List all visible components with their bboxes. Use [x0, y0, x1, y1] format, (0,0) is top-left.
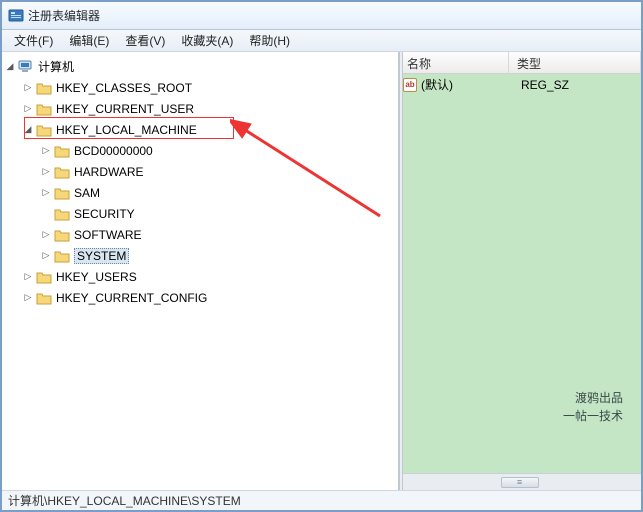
pane-splitter[interactable] [399, 52, 403, 490]
menu-help[interactable]: 帮助(H) [241, 30, 298, 51]
list-header: 名称 类型 [399, 52, 641, 74]
tree-root-computer[interactable]: ◢ 计算机 [2, 56, 398, 77]
folder-icon [36, 270, 52, 284]
titlebar: 注册表编辑器 [2, 2, 641, 30]
content-area: ◢ 计算机 ▷ HKEY_CLASSES_ROOT ▷ HKEY_CURRENT… [2, 52, 641, 490]
status-path: 计算机\HKEY_LOCAL_MACHINE\SYSTEM [8, 492, 241, 509]
scrollbar-horizontal[interactable]: ≡ [399, 473, 641, 490]
tree-hkey-users[interactable]: ▷ HKEY_USERS [20, 266, 398, 287]
scrollbar-thumb[interactable]: ≡ [501, 477, 539, 488]
tree-hardware[interactable]: ▷ HARDWARE [38, 161, 398, 182]
menu-favorites[interactable]: 收藏夹(A) [173, 30, 241, 51]
tree-label: SAM [74, 186, 100, 200]
watermark-line2: 一帖一技术 [563, 407, 623, 425]
tree-bcd[interactable]: ▷ BCD00000000 [38, 140, 398, 161]
menubar: 文件(F) 编辑(E) 查看(V) 收藏夹(A) 帮助(H) [2, 30, 641, 52]
regedit-icon [8, 8, 24, 24]
col-header-type[interactable]: 类型 [509, 52, 641, 73]
folder-icon [54, 228, 70, 242]
window-title: 注册表编辑器 [28, 7, 100, 24]
tree-label: HKEY_CURRENT_USER [56, 102, 194, 116]
tree-label: SOFTWARE [74, 228, 142, 242]
tree-sam[interactable]: ▷ SAM [38, 182, 398, 203]
folder-icon [54, 144, 70, 158]
expand-icon[interactable]: ▷ [40, 145, 52, 157]
menu-view[interactable]: 查看(V) [117, 30, 173, 51]
string-value-icon: ab [403, 78, 417, 92]
watermark: 渡鸦出品 一帖一技术 [563, 389, 623, 425]
collapse-icon[interactable]: ◢ [22, 124, 34, 136]
tree-label: HKEY_USERS [56, 270, 137, 284]
tree-label: HKEY_CLASSES_ROOT [56, 81, 192, 95]
tree-hkey-current-user[interactable]: ▷ HKEY_CURRENT_USER [20, 98, 398, 119]
folder-icon [36, 123, 52, 137]
tree-hkey-classes-root[interactable]: ▷ HKEY_CLASSES_ROOT [20, 77, 398, 98]
folder-icon [36, 81, 52, 95]
folder-icon [36, 102, 52, 116]
tree-security[interactable]: SECURITY [38, 203, 398, 224]
list-body[interactable]: ab (默认) REG_SZ 渡鸦出品 一帖一技术 [399, 74, 641, 473]
tree-label: HKEY_LOCAL_MACHINE [56, 123, 197, 137]
tree-label: SECURITY [74, 207, 135, 221]
folder-icon [36, 291, 52, 305]
tree-label: HKEY_CURRENT_CONFIG [56, 291, 207, 305]
blank-icon [40, 208, 52, 220]
value-type: REG_SZ [521, 78, 569, 92]
list-pane: 名称 类型 ab (默认) REG_SZ 渡鸦出品 一帖一技术 ≡ [399, 52, 641, 490]
value-name: (默认) [421, 76, 521, 93]
expand-icon[interactable]: ▷ [22, 292, 34, 304]
collapse-icon[interactable]: ◢ [4, 61, 16, 73]
menu-file[interactable]: 文件(F) [6, 30, 61, 51]
tree-label: 计算机 [38, 58, 74, 75]
expand-icon[interactable]: ▷ [22, 103, 34, 115]
tree-label-selected: SYSTEM [74, 248, 129, 264]
expand-icon[interactable]: ▷ [40, 166, 52, 178]
tree-hkey-current-config[interactable]: ▷ HKEY_CURRENT_CONFIG [20, 287, 398, 308]
folder-icon [54, 249, 70, 263]
list-row[interactable]: ab (默认) REG_SZ [399, 74, 641, 95]
folder-icon [54, 186, 70, 200]
computer-icon [18, 60, 34, 74]
expand-icon[interactable]: ▷ [40, 250, 52, 262]
folder-icon [54, 207, 70, 221]
tree-software[interactable]: ▷ SOFTWARE [38, 224, 398, 245]
expand-icon[interactable]: ▷ [22, 82, 34, 94]
folder-icon [54, 165, 70, 179]
tree-label: BCD00000000 [74, 144, 153, 158]
col-header-name[interactable]: 名称 [399, 52, 509, 73]
expand-icon[interactable]: ▷ [40, 187, 52, 199]
tree-hkey-local-machine[interactable]: ◢ HKEY_LOCAL_MACHINE [20, 119, 398, 140]
statusbar: 计算机\HKEY_LOCAL_MACHINE\SYSTEM [2, 490, 641, 510]
tree-pane[interactable]: ◢ 计算机 ▷ HKEY_CLASSES_ROOT ▷ HKEY_CURRENT… [2, 52, 399, 490]
expand-icon[interactable]: ▷ [22, 271, 34, 283]
menu-edit[interactable]: 编辑(E) [61, 30, 117, 51]
tree-label: HARDWARE [74, 165, 144, 179]
tree-system[interactable]: ▷ SYSTEM [38, 245, 398, 266]
expand-icon[interactable]: ▷ [40, 229, 52, 241]
watermark-line1: 渡鸦出品 [563, 389, 623, 407]
